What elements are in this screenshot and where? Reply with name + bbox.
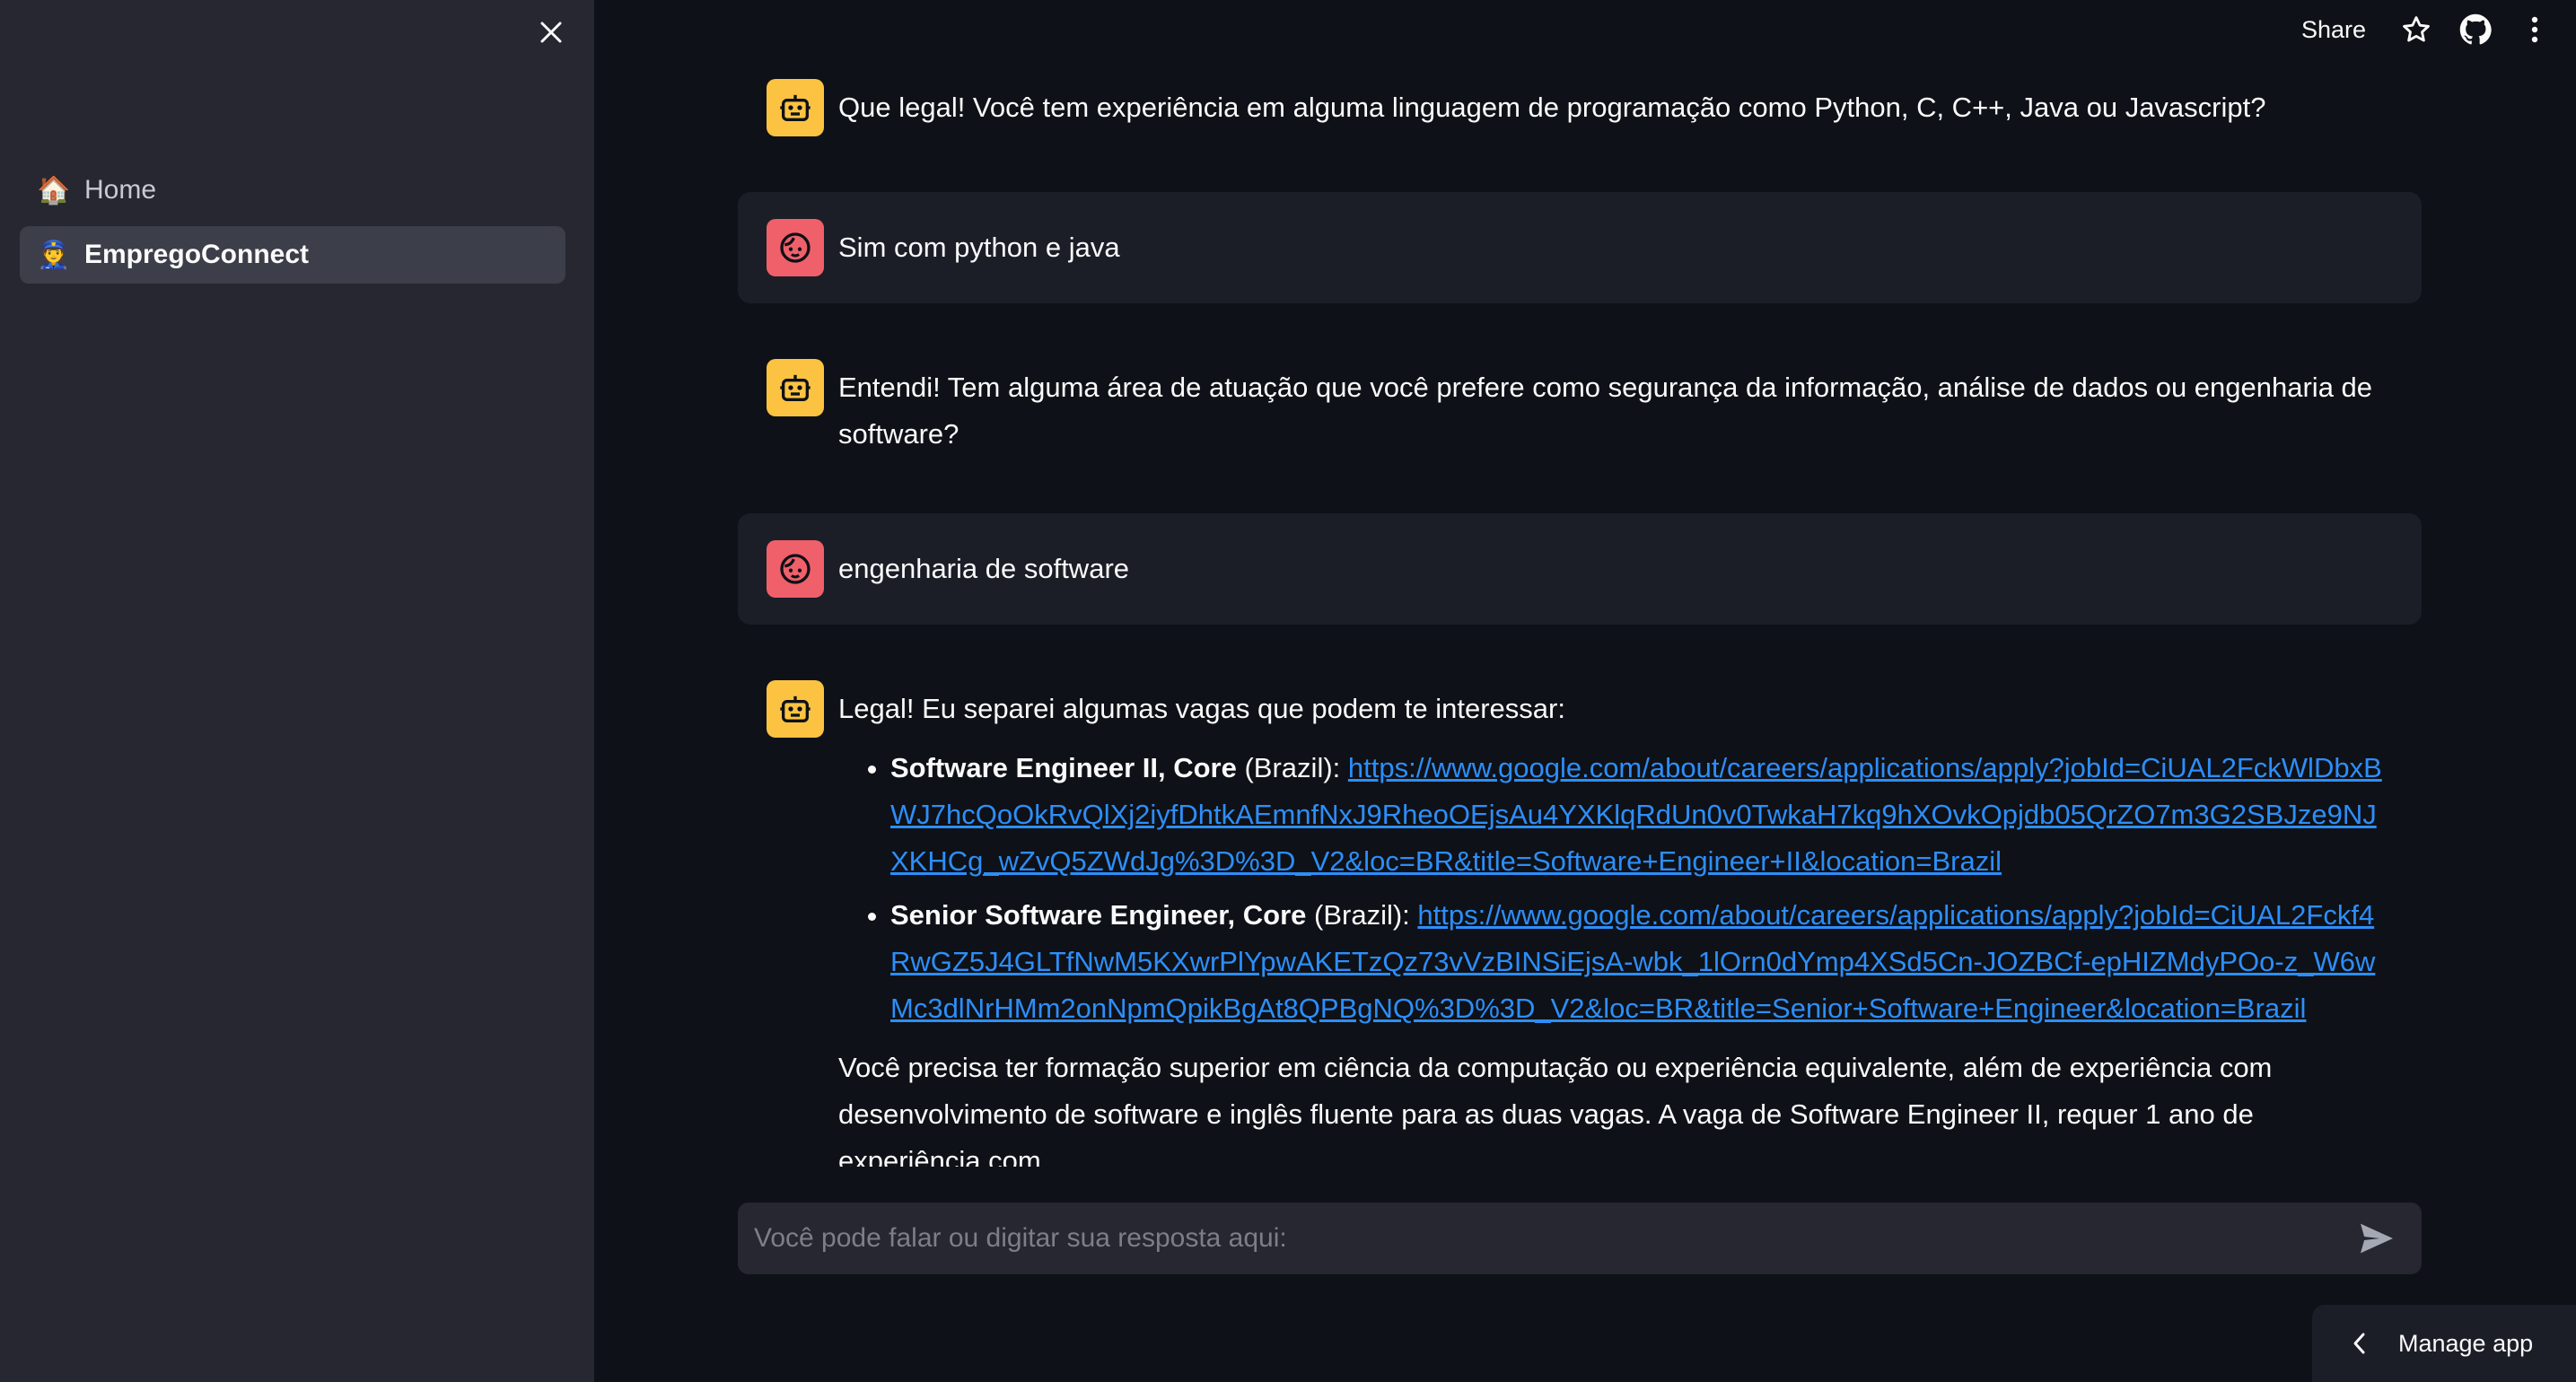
list-item: Software Engineer II, Core (Brazil): htt… bbox=[890, 745, 2393, 885]
assistant-message: Que legal! Você tem experiência em algum… bbox=[738, 63, 2422, 163]
message-text: Legal! Eu separei algumas vagas que pode… bbox=[838, 680, 2393, 1167]
send-icon[interactable] bbox=[2350, 1211, 2404, 1265]
user-message: Sim com python e java bbox=[738, 192, 2422, 303]
github-icon[interactable] bbox=[2458, 12, 2493, 48]
job-title: Software Engineer II, Core bbox=[890, 752, 1237, 783]
chevron-left-icon bbox=[2352, 1332, 2366, 1355]
sidebar-item-home[interactable]: 🏠 Home bbox=[20, 162, 565, 219]
message-intro: Legal! Eu separei algumas vagas que pode… bbox=[838, 693, 1565, 724]
face-icon bbox=[767, 540, 824, 598]
assistant-message: Entendi! Tem alguma área de atuação que … bbox=[738, 332, 2422, 485]
robot-icon bbox=[767, 79, 824, 136]
face-icon bbox=[767, 219, 824, 276]
chat-input-bar bbox=[738, 1203, 2422, 1274]
user-message: engenharia de software bbox=[738, 513, 2422, 625]
robot-icon bbox=[767, 359, 824, 416]
share-button[interactable]: Share bbox=[2301, 16, 2366, 44]
chat-input[interactable] bbox=[738, 1203, 2350, 1274]
assistant-message: Legal! Eu separei algumas vagas que pode… bbox=[738, 653, 2422, 1167]
manage-app-label: Manage app bbox=[2398, 1329, 2534, 1357]
sidebar-nav: 🏠 Home 👮 EmpregoConnect bbox=[20, 162, 565, 291]
message-text: Entendi! Tem alguma área de atuação que … bbox=[838, 372, 2373, 450]
robot-icon bbox=[767, 680, 824, 738]
sidebar-item-empregoconnect[interactable]: 👮 EmpregoConnect bbox=[20, 226, 565, 284]
job-location: (Brazil): bbox=[1306, 899, 1418, 931]
sidebar-item-label: Home bbox=[84, 175, 157, 205]
top-toolbar: Share bbox=[2301, 0, 2576, 59]
list-item: Senior Software Engineer, Core (Brazil):… bbox=[890, 892, 2393, 1032]
message-outro: Você precisa ter formação superior em ci… bbox=[838, 1052, 2273, 1167]
message-text: Que legal! Você tem experiência em algum… bbox=[838, 92, 2266, 123]
job-list: Software Engineer II, Core (Brazil): htt… bbox=[838, 745, 2393, 1032]
sidebar: 🏠 Home 👮 EmpregoConnect bbox=[0, 0, 594, 1382]
kebab-menu-icon[interactable] bbox=[2517, 12, 2553, 48]
job-title: Senior Software Engineer, Core bbox=[890, 899, 1307, 931]
chat-history: Que legal! Você tem experiência em algum… bbox=[738, 63, 2422, 1167]
message-text: Sim com python e java bbox=[838, 232, 1120, 263]
manage-app-button[interactable]: Manage app bbox=[2312, 1305, 2576, 1382]
sidebar-item-label: EmpregoConnect bbox=[84, 240, 310, 269]
police-officer-icon: 👮 bbox=[37, 240, 71, 270]
close-icon[interactable] bbox=[535, 16, 567, 48]
job-location: (Brazil): bbox=[1236, 752, 1348, 783]
house-icon: 🏠 bbox=[37, 175, 71, 206]
message-text: engenharia de software bbox=[838, 553, 1130, 584]
star-icon[interactable] bbox=[2398, 12, 2434, 48]
